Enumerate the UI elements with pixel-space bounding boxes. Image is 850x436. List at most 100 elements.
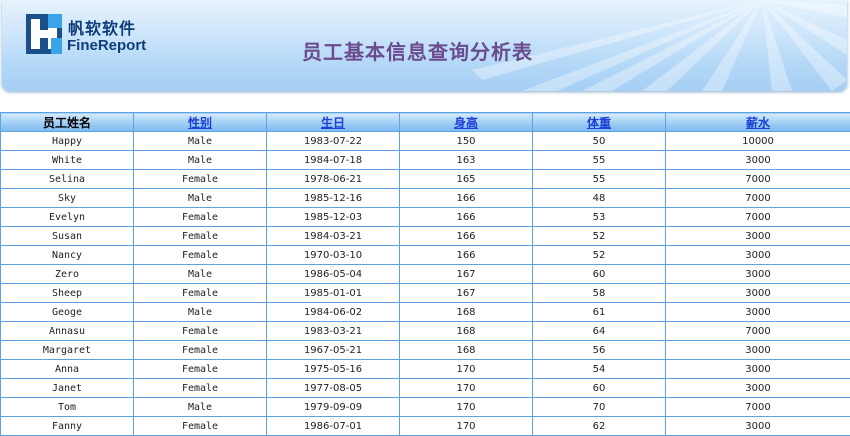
table-row: Nancy Female 1970-03-10 166 52 3000 (0, 245, 850, 265)
cell-weight: 53 (532, 207, 666, 227)
cell-employee-name: Janet (0, 378, 134, 398)
cell-birthday: 1984-03-21 (266, 226, 400, 246)
cell-birthday: 1984-06-02 (266, 302, 400, 322)
table-body: Happy Male 1983-07-22 150 50 10000 White Male 19… (0, 131, 850, 436)
table-row: Annasu Female 1983-03-21 168 64 7000 (0, 321, 850, 341)
column-header-gender[interactable]: 性别 (133, 112, 267, 132)
cell-employee-name: Sky (0, 188, 134, 208)
cell-gender: Female (133, 169, 267, 189)
cell-salary: 3000 (665, 378, 850, 398)
cell-height: 163 (399, 150, 533, 170)
table-row: Anna Female 1975-05-16 170 54 3000 (0, 359, 850, 379)
cell-birthday: 1985-01-01 (266, 283, 400, 303)
cell-birthday: 1985-12-03 (266, 207, 400, 227)
cell-weight: 58 (532, 283, 666, 303)
cell-height: 166 (399, 245, 533, 265)
cell-weight: 48 (532, 188, 666, 208)
column-header-birthday[interactable]: 生日 (266, 112, 400, 132)
cell-salary: 7000 (665, 188, 850, 208)
cell-employee-name: Zero (0, 264, 134, 284)
sort-link-gender[interactable]: 性别 (188, 116, 212, 130)
column-header-weight[interactable]: 体重 (532, 112, 666, 132)
table-row: Fanny Female 1986-07-01 170 62 3000 (0, 416, 850, 436)
cell-employee-name: Happy (0, 131, 134, 151)
cell-employee-name: Nancy (0, 245, 134, 265)
cell-salary: 7000 (665, 321, 850, 341)
table-row: White Male 1984-07-18 163 55 3000 (0, 150, 850, 170)
cell-salary: 3000 (665, 416, 850, 436)
cell-employee-name: Susan (0, 226, 134, 246)
cell-birthday: 1986-07-01 (266, 416, 400, 436)
cell-weight: 55 (532, 169, 666, 189)
cell-height: 170 (399, 416, 533, 436)
cell-employee-name: Geoge (0, 302, 134, 322)
employee-table: 员工姓名 性别 生日 身高 体重 薪水 Happy Male 1983-07-22 150 50 1… (0, 112, 850, 436)
cell-birthday: 1983-03-21 (266, 321, 400, 341)
cell-salary: 7000 (665, 207, 850, 227)
table-header-row: 员工姓名 性别 生日 身高 体重 薪水 (0, 112, 850, 132)
column-header-salary[interactable]: 薪水 (665, 112, 850, 132)
cell-weight: 64 (532, 321, 666, 341)
table-row: Sky Male 1985-12-16 166 48 7000 (0, 188, 850, 208)
cell-employee-name: Annasu (0, 321, 134, 341)
cell-employee-name: Evelyn (0, 207, 134, 227)
cell-height: 167 (399, 283, 533, 303)
cell-birthday: 1985-12-16 (266, 188, 400, 208)
cell-salary: 3000 (665, 359, 850, 379)
table-row: Happy Male 1983-07-22 150 50 10000 (0, 131, 850, 151)
cell-gender: Female (133, 340, 267, 360)
table-row: Evelyn Female 1985-12-03 166 53 7000 (0, 207, 850, 227)
cell-salary: 7000 (665, 397, 850, 417)
cell-weight: 60 (532, 264, 666, 284)
cell-employee-name: Sheep (0, 283, 134, 303)
cell-salary: 3000 (665, 302, 850, 322)
cell-weight: 70 (532, 397, 666, 417)
table-row: Margaret Female 1967-05-21 168 56 3000 (0, 340, 850, 360)
cell-weight: 56 (532, 340, 666, 360)
finereport-logo-icon (26, 14, 62, 54)
cell-salary: 3000 (665, 150, 850, 170)
cell-salary: 3000 (665, 283, 850, 303)
cell-birthday: 1977-08-05 (266, 378, 400, 398)
cell-birthday: 1986-05-04 (266, 264, 400, 284)
cell-gender: Female (133, 321, 267, 341)
sort-link-height[interactable]: 身高 (454, 116, 478, 130)
cell-weight: 61 (532, 302, 666, 322)
cell-weight: 60 (532, 378, 666, 398)
cell-weight: 50 (532, 131, 666, 151)
cell-employee-name: White (0, 150, 134, 170)
cell-employee-name: Selina (0, 169, 134, 189)
cell-height: 170 (399, 359, 533, 379)
cell-birthday: 1983-07-22 (266, 131, 400, 151)
cell-gender: Male (133, 150, 267, 170)
cell-salary: 3000 (665, 340, 850, 360)
cell-weight: 62 (532, 416, 666, 436)
cell-birthday: 1975-05-16 (266, 359, 400, 379)
cell-weight: 52 (532, 226, 666, 246)
cell-employee-name: Tom (0, 397, 134, 417)
cell-birthday: 1979-09-09 (266, 397, 400, 417)
cell-gender: Male (133, 264, 267, 284)
cell-employee-name: Margaret (0, 340, 134, 360)
cell-salary: 3000 (665, 264, 850, 284)
sort-link-weight[interactable]: 体重 (587, 116, 611, 130)
cell-gender: Male (133, 302, 267, 322)
sort-link-salary[interactable]: 薪水 (746, 116, 770, 130)
table-row: Selina Female 1978-06-21 165 55 7000 (0, 169, 850, 189)
column-header-height[interactable]: 身高 (399, 112, 533, 132)
brand-name-en: FineReport (67, 37, 147, 54)
cell-height: 168 (399, 340, 533, 360)
cell-height: 150 (399, 131, 533, 151)
cell-birthday: 1978-06-21 (266, 169, 400, 189)
cell-gender: Male (133, 188, 267, 208)
cell-weight: 55 (532, 150, 666, 170)
cell-salary: 3000 (665, 245, 850, 265)
sort-link-birthday[interactable]: 生日 (321, 116, 345, 130)
column-header-employee-name: 员工姓名 (0, 112, 134, 132)
cell-birthday: 1984-07-18 (266, 150, 400, 170)
cell-employee-name: Anna (0, 359, 134, 379)
cell-salary: 10000 (665, 131, 850, 151)
page-title: 员工基本信息查询分析表 (302, 40, 533, 64)
report-banner: 帆软软件 FineReport 员工基本信息查询分析表 (2, 0, 847, 91)
brand-name-cn: 帆软软件 (68, 19, 137, 38)
